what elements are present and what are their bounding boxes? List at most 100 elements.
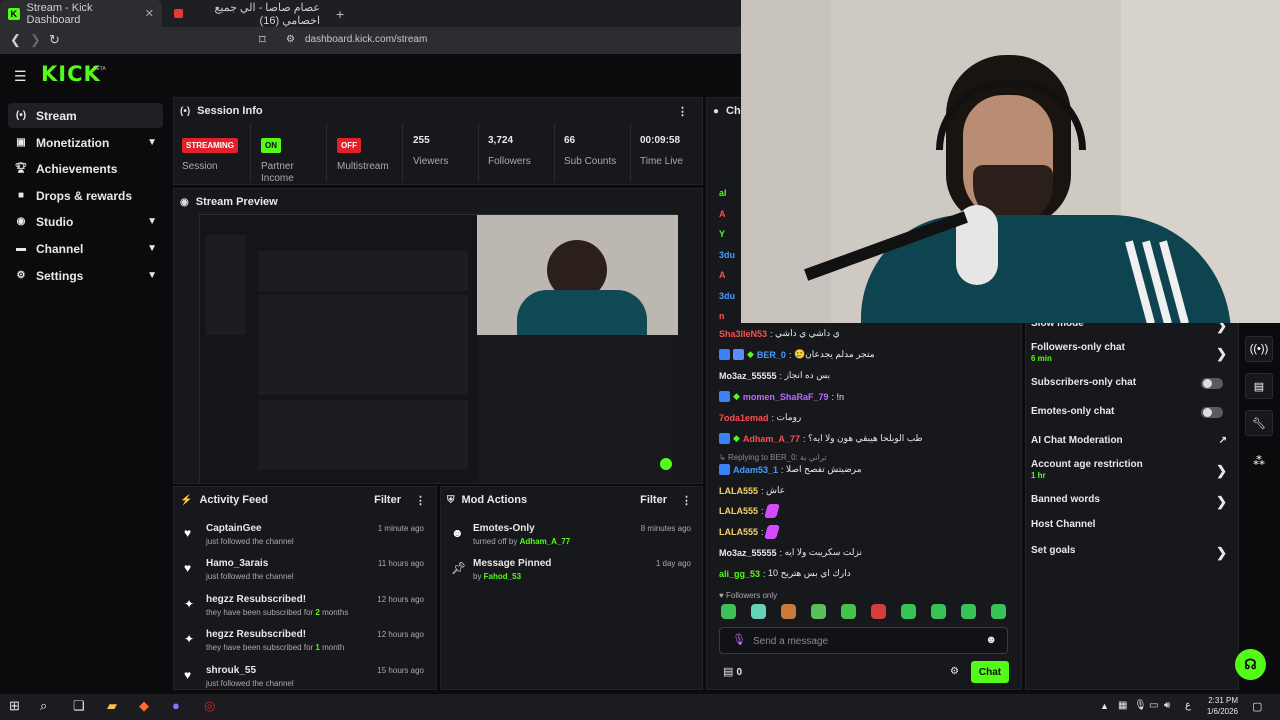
app-icon[interactable]: ● [172, 698, 180, 713]
close-tab-icon[interactable]: ✕ [145, 7, 154, 20]
stream-preview-video[interactable] [199, 214, 678, 483]
notifications-icon[interactable]: ▢ [1252, 700, 1262, 713]
browser-tab-youtube[interactable]: عصام صاصا - الي جميع اخصامي (16) [166, 0, 328, 27]
status-badge: STREAMING [182, 138, 238, 153]
chat-username[interactable]: Adham_A_77 [743, 434, 800, 444]
new-tab-icon[interactable]: + [336, 6, 344, 22]
emote-icon[interactable] [841, 604, 856, 619]
wrench-icon[interactable]: 🔧︎ [1245, 410, 1273, 436]
emote-icon[interactable] [991, 604, 1006, 619]
kick-logo[interactable]: KICK [41, 62, 101, 86]
sidebar-item-channel[interactable]: ▬ Channel ▼ [8, 236, 163, 261]
chat-username[interactable]: 7oda1emad [719, 413, 769, 423]
setting-followers-only[interactable]: Followers-only chat 6 min ❯ [1031, 342, 1227, 363]
setting-set-goals[interactable]: Set goals ❯ [1031, 545, 1227, 560]
language-indicator[interactable]: ع [1185, 700, 1191, 711]
tray-mic-icon[interactable]: 🎙︎ [1134, 700, 1147, 711]
tray-chevron-up-icon[interactable]: ▲ [1100, 701, 1109, 711]
sidebar-item-studio[interactable]: ◉ Studio ▼ [8, 209, 163, 234]
url-field[interactable]: dashboard.kick.com/stream [305, 34, 427, 45]
feed-item-name: shrouk_55 [206, 665, 257, 676]
chat-username[interactable]: LALA555 [719, 506, 758, 516]
sidebar-item-stream[interactable]: (•) Stream [8, 103, 163, 128]
tray-app-icon[interactable]: ▦ [1118, 700, 1127, 711]
windows-start-icon[interactable]: ⊞ [9, 698, 20, 714]
setting-ai-moderation[interactable]: AI Chat Moderation ↗ [1031, 435, 1227, 446]
obs-icon[interactable]: ◎ [204, 698, 215, 714]
chat-username[interactable]: 3du [719, 286, 735, 307]
points-display[interactable]: ▤ 0 [723, 665, 742, 678]
reload-icon[interactable]: ↻ [49, 32, 60, 48]
brave-browser-icon[interactable]: ◆ [139, 698, 149, 714]
chat-username[interactable]: momen_ShaRaF_79 [743, 392, 829, 402]
search-icon[interactable]: ⌕ [40, 698, 47, 714]
network-icon[interactable]: ▭ [1149, 700, 1158, 711]
emote-icon[interactable] [901, 604, 916, 619]
filter-button[interactable]: Filter [640, 494, 667, 506]
sidebar-item-settings[interactable]: ⚙ Settings ▼ [8, 263, 163, 288]
kebab-menu-icon[interactable]: ⋮ [415, 494, 426, 507]
chat-message-input[interactable]: 🎙︎ Send a message ☻ [719, 627, 1008, 654]
site-info-icon[interactable]: ⚙ [286, 34, 295, 45]
more-tools-icon[interactable]: ⁂ [1253, 454, 1265, 468]
chat-username[interactable]: Adam53_1 [733, 465, 778, 475]
setting-emotes-only[interactable]: Emotes-only chat [1031, 406, 1227, 418]
chat-username[interactable]: ali_gg_53 [719, 569, 760, 579]
chat-settings-icon[interactable]: ⚙ [950, 666, 959, 677]
chat-text: بس ده انجاز [784, 370, 831, 380]
chat-username[interactable]: 3du [719, 245, 735, 266]
toggle-switch[interactable] [1201, 378, 1223, 389]
support-headset-icon[interactable]: ☊ [1235, 649, 1266, 680]
kebab-menu-icon[interactable]: ⋮ [681, 494, 692, 507]
layout-tool-icon[interactable]: ▤ [1245, 373, 1273, 399]
chat-username[interactable]: Sha3lleN53 [719, 329, 767, 339]
browser-tab-kick[interactable]: K Stream - Kick Dashboard ✕ [0, 0, 162, 27]
emote-icon[interactable] [751, 604, 766, 619]
hamburger-menu-icon[interactable]: ☰ [14, 68, 27, 85]
emote-icon[interactable] [961, 604, 976, 619]
microphone-icon[interactable]: 🎙︎ [732, 633, 746, 646]
chat-username[interactable]: al [719, 183, 735, 204]
emoji-icon[interactable]: ☻ [985, 634, 997, 646]
emote-icon[interactable] [811, 604, 826, 619]
chat-username[interactable]: Y [719, 224, 735, 245]
chat-username[interactable]: LALA555 [719, 527, 758, 537]
file-explorer-icon[interactable]: ▰ [107, 698, 117, 714]
emote-icon[interactable] [721, 604, 736, 619]
chat-username[interactable]: LALA555 [719, 486, 758, 496]
sidebar-item-monetization[interactable]: ▣ Monetization ▼ [8, 130, 163, 155]
task-view-icon[interactable]: ❏ [73, 698, 85, 714]
emote-icon[interactable] [931, 604, 946, 619]
setting-host-channel[interactable]: Host Channel [1031, 519, 1227, 530]
chat-username[interactable]: A [719, 204, 735, 225]
setting-banned-words[interactable]: Banned words ❯ [1031, 494, 1227, 509]
chat-username[interactable]: Mo3az_55555 [719, 548, 777, 558]
back-icon[interactable]: ❮ [10, 32, 21, 48]
divider [554, 124, 555, 182]
chat-username[interactable]: BER_0 [757, 350, 786, 360]
broadcast-tool-icon[interactable]: ((•)) [1245, 336, 1273, 362]
setting-subscribers-only[interactable]: Subscribers-only chat [1031, 377, 1227, 389]
bookmark-icon[interactable]: ⌑ [259, 32, 266, 48]
sub-text: turned off by [473, 537, 520, 546]
chat-username[interactable]: Mo3az_55555 [719, 371, 777, 381]
emote-icon[interactable] [781, 604, 796, 619]
chat-send-button[interactable]: Chat [971, 661, 1009, 683]
clock[interactable]: 2:31 PM 1/6/2026 [1207, 695, 1238, 717]
chat-text: مرضيتش تفصح اصلا [786, 464, 862, 474]
emote-icon[interactable] [871, 604, 886, 619]
filter-button[interactable]: Filter [374, 494, 401, 506]
volume-icon[interactable]: 🔊︎ [1164, 700, 1170, 711]
setting-account-age[interactable]: Account age restriction 1 hr ❯ [1031, 459, 1227, 480]
chat-username[interactable]: n [719, 306, 735, 327]
divider [478, 124, 479, 182]
forward-icon[interactable]: ❯ [30, 32, 41, 48]
sidebar-item-drops[interactable]: ■ Drops & rewards [8, 183, 163, 208]
toggle-switch[interactable] [1201, 407, 1223, 418]
mod-user[interactable]: Adham_A_77 [520, 537, 571, 546]
chat-username[interactable]: A [719, 265, 735, 286]
kebab-menu-icon[interactable]: ⋮ [677, 105, 688, 118]
mod-user[interactable]: Fahod_53 [484, 572, 521, 581]
sidebar-item-achievements[interactable]: 🏆︎ Achievements [8, 156, 163, 181]
tab-title: Stream - Kick Dashboard [26, 1, 93, 26]
